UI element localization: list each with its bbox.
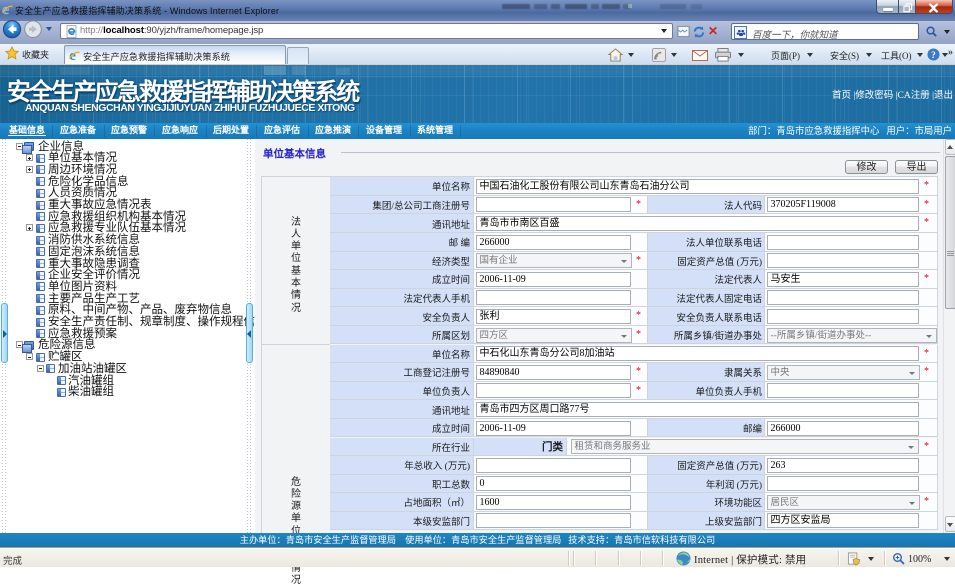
svg-text:e: e [2,3,9,16]
svg-text:?: ? [931,51,936,61]
svg-text:e: e [69,49,76,62]
